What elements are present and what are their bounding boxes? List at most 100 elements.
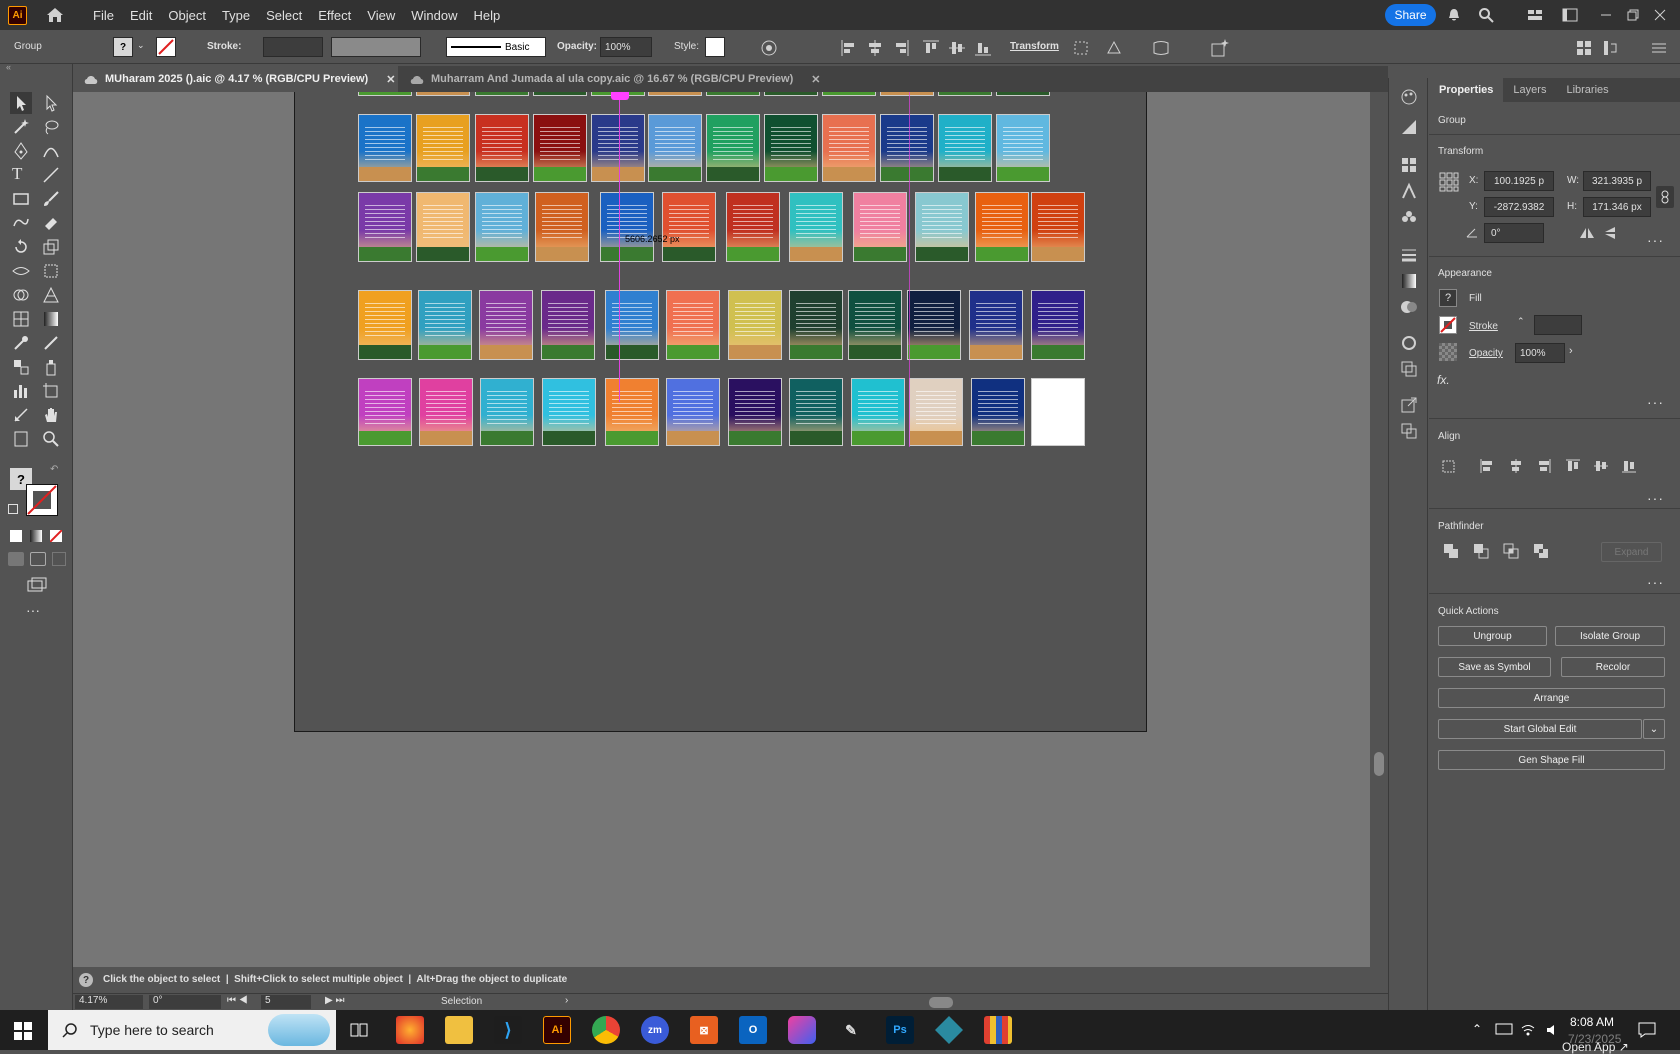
flip-vertical-icon[interactable] — [1603, 226, 1617, 240]
poster-thumbnail[interactable] — [662, 192, 716, 262]
poster-thumbnail[interactable] — [358, 192, 412, 262]
panel-layout-icon[interactable] — [1562, 7, 1578, 23]
w-input[interactable]: 321.3935 p — [1583, 171, 1651, 191]
poster-thumbnail[interactable] — [996, 114, 1050, 182]
poster-thumbnail[interactable] — [416, 114, 470, 182]
gradient-panel-icon[interactable] — [1400, 272, 1418, 290]
menu-view[interactable]: View — [359, 8, 403, 23]
rectangle-tool-icon[interactable] — [12, 190, 30, 208]
expand-button[interactable]: Expand — [1601, 542, 1662, 562]
align-top-icon[interactable] — [922, 39, 940, 57]
more-options-icon[interactable]: ··· — [1647, 394, 1664, 410]
workspace-icon[interactable] — [1527, 7, 1543, 23]
align-bottom-icon[interactable] — [974, 39, 992, 57]
none-mode-icon[interactable] — [49, 529, 63, 543]
poster-thumbnail[interactable] — [789, 192, 843, 262]
volume-icon[interactable] — [1545, 1023, 1561, 1037]
align-right-icon[interactable] — [892, 39, 910, 57]
fx-icon[interactable]: fx. — [1437, 373, 1450, 387]
vertical-bottom-icon[interactable] — [1621, 458, 1637, 474]
poster-thumbnail[interactable] — [726, 192, 780, 262]
style-swatch[interactable] — [705, 37, 725, 57]
poster-thumbnail[interactable] — [591, 114, 645, 182]
canvas-area[interactable]: 5606.2652 px — [73, 92, 1370, 967]
poster-thumbnail[interactable] — [706, 114, 760, 182]
draw-normal-icon[interactable] — [8, 552, 24, 566]
windows-start-icon[interactable] — [14, 1022, 32, 1040]
poster-thumbnail[interactable] — [605, 378, 659, 446]
poster-thumbnail[interactable] — [909, 378, 963, 446]
poster-thumbnail[interactable] — [541, 290, 595, 360]
direct-selection-tool-icon[interactable] — [42, 94, 60, 112]
appearance-icon[interactable] — [1400, 334, 1418, 352]
poster-thumbnail[interactable] — [822, 92, 876, 96]
poster-thumbnail[interactable] — [848, 290, 902, 360]
tab-muharram-jumada[interactable]: Muharram And Jumada al ula copy.aic @ 16… — [403, 66, 863, 92]
poster-thumbnail[interactable] — [706, 92, 760, 96]
rotation-input[interactable]: 0° — [149, 995, 221, 1009]
horizontal-center-icon[interactable] — [1508, 458, 1524, 474]
app-diamond-icon[interactable] — [935, 1016, 963, 1044]
menu-help[interactable]: Help — [465, 8, 508, 23]
eyedropper-tool-icon[interactable] — [12, 334, 30, 352]
notifications-icon[interactable] — [1638, 1022, 1656, 1038]
menu-select[interactable]: Select — [258, 8, 310, 23]
poster-thumbnail[interactable] — [358, 114, 412, 182]
line-tool-icon[interactable] — [42, 166, 60, 184]
stroke-weight-input[interactable] — [1534, 315, 1582, 335]
poster-thumbnail[interactable] — [971, 378, 1025, 446]
zoom-icon[interactable]: zm — [641, 1016, 669, 1044]
poster-thumbnail[interactable] — [475, 192, 529, 262]
edit-toolbar-icon[interactable]: ··· — [26, 602, 40, 618]
arrange-docs-icon[interactable] — [1575, 39, 1593, 57]
taskbar-search[interactable]: Type here to search — [48, 1010, 336, 1050]
poster-thumbnail[interactable] — [764, 114, 818, 182]
vscode-icon[interactable]: ⟩ — [494, 1016, 522, 1044]
poster-thumbnail[interactable] — [358, 92, 412, 96]
opacity-link[interactable]: Opacity — [1469, 348, 1503, 359]
poster-thumbnail[interactable] — [789, 378, 843, 446]
poster-thumbnail[interactable] — [535, 192, 589, 262]
poster-thumbnail[interactable] — [648, 114, 702, 182]
selection-tool-icon[interactable] — [10, 92, 32, 114]
brushes-icon[interactable] — [1400, 182, 1418, 200]
shape-builder-tool-icon[interactable] — [12, 286, 30, 304]
symbols-icon[interactable] — [1400, 208, 1418, 226]
poster-thumbnail[interactable] — [418, 290, 472, 360]
poster-thumbnail[interactable] — [907, 290, 961, 360]
poster-thumbnail[interactable] — [915, 192, 969, 262]
share-button[interactable]: Share — [1385, 4, 1436, 26]
y-input[interactable]: -2872.9382 — [1484, 197, 1554, 217]
width-tool-icon[interactable] — [12, 262, 30, 280]
poster-thumbnail[interactable] — [938, 92, 992, 96]
stroke-link[interactable]: Stroke — [1469, 321, 1498, 332]
poster-thumbnail[interactable] — [666, 290, 720, 360]
lasso-tool-icon[interactable] — [42, 118, 60, 136]
transparency-icon[interactable] — [1400, 298, 1418, 316]
vertical-center-icon[interactable] — [1593, 458, 1609, 474]
tab-close-icon[interactable]: ✕ — [811, 73, 820, 86]
tab-muharam-2025[interactable]: MUharam 2025 ().aic @ 4.17 % (RGB/CPU Pr… — [73, 66, 398, 92]
rotate-tool-icon[interactable] — [12, 238, 30, 256]
intersect-icon[interactable] — [1503, 543, 1519, 559]
search-icon[interactable] — [1478, 7, 1494, 23]
isolate-icon[interactable] — [1072, 39, 1090, 57]
stroke-weight-input[interactable] — [263, 37, 323, 57]
outlook-icon[interactable]: O — [739, 1016, 767, 1044]
firefox-icon[interactable] — [396, 1016, 424, 1044]
horizontal-scrollbar-thumb[interactable] — [929, 997, 953, 1008]
poster-thumbnail[interactable] — [533, 114, 587, 182]
recolor-icon[interactable] — [760, 39, 778, 57]
menu-type[interactable]: Type — [214, 8, 258, 23]
gradient-tool-icon[interactable] — [42, 310, 60, 328]
x-input[interactable]: 100.1925 p — [1484, 171, 1554, 191]
poster-thumbnail[interactable] — [764, 92, 818, 96]
illustrator-icon[interactable]: Ai — [543, 1016, 571, 1044]
hand-tool-icon[interactable] — [42, 406, 60, 424]
generative-icon[interactable] — [1210, 38, 1230, 58]
photoshop-icon[interactable]: Ps — [886, 1016, 914, 1044]
menu-object[interactable]: Object — [160, 8, 214, 23]
creative-cloud-icon[interactable] — [788, 1016, 816, 1044]
poster-thumbnail[interactable] — [938, 114, 992, 182]
poster-thumbnail[interactable] — [648, 92, 702, 96]
